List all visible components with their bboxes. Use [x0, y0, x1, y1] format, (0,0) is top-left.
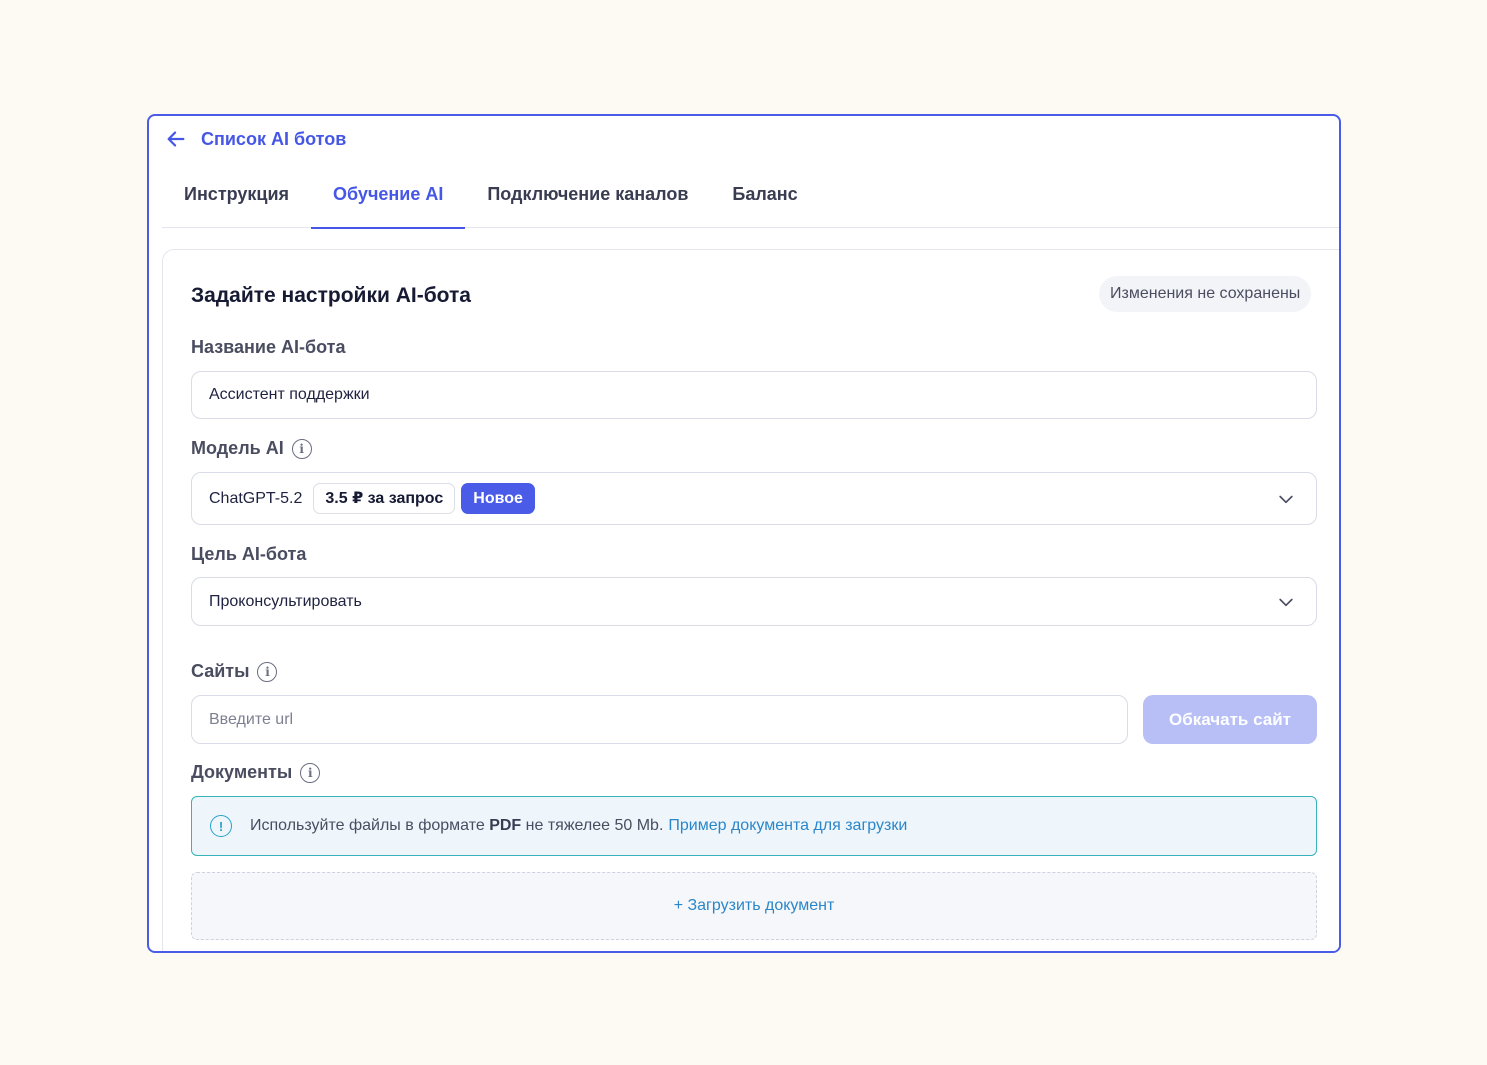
- url-input[interactable]: [209, 710, 1110, 729]
- card-title: Задайте настройки AI-бота: [191, 284, 471, 307]
- info-icon[interactable]: i: [300, 762, 321, 783]
- back-link[interactable]: Список AI ботов: [165, 128, 346, 150]
- tab-balance[interactable]: Баланс: [710, 168, 819, 228]
- bot-name-input[interactable]: [209, 386, 1299, 404]
- sites-label-text: Сайты: [191, 661, 250, 681]
- arrow-left-icon: [167, 131, 185, 147]
- example-document-link[interactable]: Пример документа для загрузки: [668, 817, 907, 835]
- documents-label-text: Документы: [191, 762, 293, 782]
- model-selected-value: ChatGPT-5.2: [209, 489, 303, 507]
- sites-label: Сайты i: [191, 661, 278, 682]
- back-link-label: Список AI ботов: [201, 128, 347, 149]
- notice-prefix: Используйте файлы в формате: [250, 817, 485, 834]
- goal-selected-value: Проконсультировать: [209, 592, 362, 610]
- price-chip: 3.5 ₽ за запрос: [313, 483, 456, 514]
- bot-settings-window: Список AI ботов Инструкция Обучение AI П…: [147, 114, 1341, 953]
- notice-suffix: не тяжелее 50 Mb.: [525, 817, 664, 834]
- documents-notice: ! Используйте файлы в формате PDF не тяж…: [191, 796, 1317, 856]
- model-select[interactable]: ChatGPT-5.2 3.5 ₽ за запрос Новое: [191, 472, 1317, 525]
- goal-label-text: Цель AI-бота: [191, 544, 307, 564]
- bot-name-label: Название AI-бота: [191, 337, 345, 358]
- goal-select[interactable]: Проконсультировать: [191, 577, 1317, 626]
- goal-label: Цель AI-бота: [191, 544, 306, 565]
- chevron-down-icon: [1279, 598, 1293, 606]
- new-badge: Новое: [461, 483, 535, 514]
- crawl-site-button[interactable]: Обкачать сайт: [1143, 695, 1317, 744]
- info-icon[interactable]: i: [257, 661, 278, 682]
- bot-name-label-text: Название AI-бота: [191, 337, 346, 357]
- upload-document-label: + Загрузить документ: [673, 897, 835, 914]
- save-status-badge: Изменения не сохранены: [1099, 276, 1312, 312]
- alert-circle-icon: !: [210, 815, 232, 837]
- model-label-text: Модель AI: [191, 438, 284, 458]
- settings-card: Задайте настройки AI-бота Изменения не с…: [162, 249, 1339, 951]
- notice-format: PDF: [489, 817, 522, 834]
- bot-name-field[interactable]: [191, 371, 1317, 419]
- documents-label: Документы i: [191, 762, 321, 783]
- info-icon[interactable]: i: [291, 438, 312, 459]
- chevron-down-icon: [1279, 495, 1293, 503]
- upload-document-dropzone[interactable]: + Загрузить документ: [191, 872, 1317, 940]
- tab-ai-training[interactable]: Обучение AI: [311, 168, 466, 229]
- model-label: Модель AI i: [191, 438, 312, 459]
- tab-channels[interactable]: Подключение каналов: [465, 168, 710, 228]
- tab-instruction[interactable]: Инструкция: [162, 168, 311, 228]
- url-field[interactable]: [191, 695, 1128, 744]
- tab-bar: Инструкция Обучение AI Подключение канал…: [162, 168, 1339, 229]
